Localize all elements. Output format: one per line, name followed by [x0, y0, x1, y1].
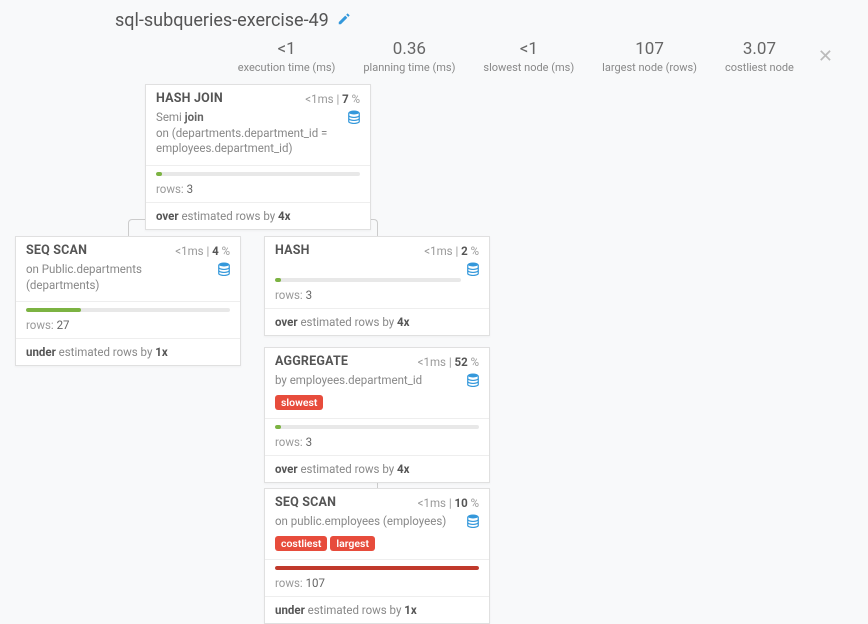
node-title: SEQ SCAN	[275, 495, 336, 510]
node-seq-scan-employees[interactable]: SEQ SCAN <1ms | 10 % on public.employees…	[264, 488, 490, 624]
stats-row: <1execution time (ms) 0.36planning time …	[15, 39, 853, 74]
badge-largest: largest	[330, 536, 375, 551]
node-metrics: <1ms | 4 %	[175, 244, 230, 258]
badge-costliest: costliest	[275, 536, 327, 551]
node-title: HASH JOIN	[156, 91, 223, 106]
node-rows: rows: 3	[265, 433, 489, 455]
node-estimate: over estimated rows by 4x	[265, 308, 489, 335]
stat-planning-time: 0.36planning time (ms)	[349, 39, 469, 74]
node-estimate: over estimated rows by 4x	[265, 455, 489, 482]
node-estimate: under estimated rows by 1x	[265, 596, 489, 623]
node-estimate: under estimated rows by 1x	[16, 338, 240, 365]
node-details: Semi join on (departments.department_id …	[146, 110, 370, 159]
edit-icon[interactable]	[337, 12, 351, 30]
node-rows: rows: 27	[16, 316, 240, 338]
node-estimate: over estimated rows by 4x	[146, 202, 370, 229]
node-details: on public.employees (employees)	[265, 514, 489, 532]
node-metrics: <1ms | 52 %	[418, 355, 479, 369]
cost-bar	[275, 278, 461, 282]
node-rows: rows: 3	[146, 180, 370, 202]
node-rows: rows: 3	[265, 286, 489, 308]
stat-execution-time: <1execution time (ms)	[224, 39, 350, 74]
stat-costliest-node: 3.07costliest node	[711, 39, 808, 74]
cost-bar	[275, 425, 479, 429]
database-icon[interactable]	[467, 262, 479, 281]
badges: slowest	[265, 391, 489, 412]
node-metrics: <1ms | 7 %	[305, 92, 360, 106]
node-hash-join[interactable]: HASH JOIN <1ms | 7 % Semi join on (depar…	[145, 84, 371, 230]
plan-tree: HASH JOIN <1ms | 7 % Semi join on (depar…	[15, 84, 853, 604]
node-details: by employees.department_id	[265, 373, 489, 391]
close-icon[interactable]: ✕	[808, 46, 843, 67]
badges: costliestlargest	[265, 532, 489, 553]
node-aggregate[interactable]: AGGREGATE <1ms | 52 % by employees.depar…	[264, 347, 490, 483]
node-title: SEQ SCAN	[26, 243, 87, 258]
node-rows: rows: 107	[265, 574, 489, 596]
cost-bar	[156, 172, 360, 176]
node-metrics: <1ms | 2 %	[424, 244, 479, 258]
cost-bar	[26, 308, 230, 312]
database-icon[interactable]	[467, 373, 479, 392]
node-details	[265, 262, 489, 278]
stat-slowest-node: <1slowest node (ms)	[469, 39, 588, 74]
cost-bar	[275, 566, 479, 570]
badge-slowest: slowest	[275, 395, 323, 410]
node-title: HASH	[275, 243, 310, 258]
page-title: sql-subqueries-exercise-49	[115, 10, 329, 31]
node-hash[interactable]: HASH <1ms | 2 % rows: 3 over estimated r…	[264, 236, 490, 336]
stat-largest-node: 107largest node (rows)	[588, 39, 711, 74]
node-seq-scan-departments[interactable]: SEQ SCAN <1ms | 4 % on Public.department…	[15, 236, 241, 366]
database-icon[interactable]	[348, 110, 360, 129]
database-icon[interactable]	[467, 514, 479, 533]
node-metrics: <1ms | 10 %	[418, 496, 479, 510]
node-details: on Public.departments (departments)	[16, 262, 240, 295]
database-icon[interactable]	[218, 262, 230, 281]
node-title: AGGREGATE	[275, 354, 348, 369]
